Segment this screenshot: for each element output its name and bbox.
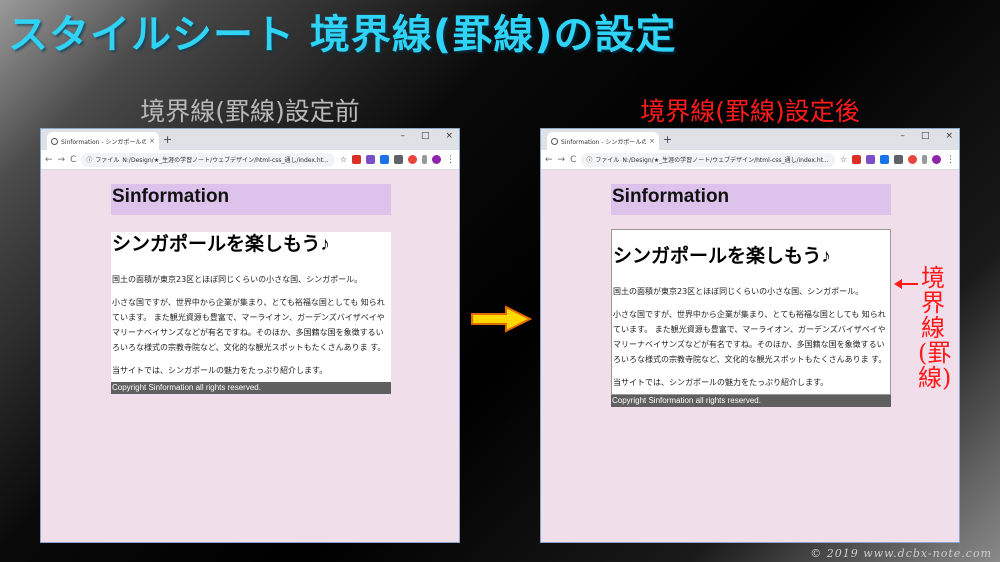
slide-title: スタイルシート 境界線(罫線)の設定 — [8, 12, 677, 58]
back-icon[interactable]: ← — [545, 155, 553, 165]
tab-title: Sinformation - シンガポールの観光 — [561, 138, 646, 146]
address-url: N:/Design/★_生涯の学習ノート/ウェブデザイン/html-css_通し… — [622, 157, 829, 164]
extension-icon[interactable] — [908, 155, 917, 164]
browser-toolbar: ← → C ⓘ ファイル N:/Design/★_生涯の学習ノート/ウェブデザイ… — [541, 150, 959, 170]
tab-bar: Sinformation - シンガポールの観光 × + – □ × — [41, 129, 459, 150]
copyright-watermark: © 2019 www.dcbx-note.com — [810, 547, 992, 560]
new-tab-button[interactable]: + — [663, 133, 672, 146]
address-bar[interactable]: ⓘ ファイル N:/Design/★_生涯の学習ノート/ウェブデザイン/html… — [581, 152, 835, 167]
star-icon[interactable]: ☆ — [340, 155, 347, 164]
reload-icon[interactable]: C — [70, 155, 76, 165]
close-window-button[interactable]: × — [445, 131, 453, 141]
maximize-button[interactable]: □ — [421, 131, 430, 141]
gmail-extension-icon[interactable] — [352, 155, 361, 164]
forward-icon[interactable]: → — [558, 155, 566, 165]
site-footer: Copyright Sinformation all rights reserv… — [611, 395, 891, 407]
border-callout-label: 境界線(罫線) — [918, 264, 952, 392]
web-page: Sinformation シンガポールを楽しもう♪ 国土の面積が東京23区とほぼ… — [111, 184, 391, 394]
menu-icon[interactable]: ⋮ — [446, 155, 455, 165]
address-scheme: ファイル — [595, 157, 620, 164]
right-arrow-icon — [471, 305, 532, 333]
profile-avatar-icon[interactable] — [932, 155, 941, 164]
browser-toolbar: ← → C ⓘ ファイル N:/Design/★_生涯の学習ノート/ウェブデザイ… — [41, 150, 459, 170]
site-header: Sinformation — [611, 184, 891, 215]
main-section-bordered: シンガポールを楽しもう♪ 国土の面積が東京23区とほぼ同じくらいの小さな国、シン… — [611, 229, 891, 395]
web-page: Sinformation シンガポールを楽しもう♪ 国土の面積が東京23区とほぼ… — [611, 184, 891, 407]
extension-icon[interactable] — [422, 155, 427, 164]
globe-icon — [51, 137, 58, 145]
extension-icon[interactable] — [894, 155, 903, 164]
browser-window-after: Sinformation - シンガポールの観光 × + – □ × ← → C… — [540, 128, 960, 543]
site-header: Sinformation — [111, 184, 391, 215]
label-before: 境界線(罫線)設定前 — [140, 97, 360, 126]
globe-icon — [551, 137, 558, 145]
paragraph: 国土の面積が東京23区とほぼ同じくらいの小さな国、シンガポール。 — [112, 275, 363, 284]
paragraph: 当サイトでは、シンガポールの魅力をたっぷり紹介します。 — [613, 378, 829, 387]
tab-title: Sinformation - シンガポールの観光 — [61, 138, 146, 146]
info-icon[interactable]: ⓘ — [586, 155, 592, 164]
extension-icon[interactable] — [880, 155, 889, 164]
main-section: シンガポールを楽しもう♪ 国土の面積が東京23区とほぼ同じくらいの小さな国、シン… — [111, 232, 391, 382]
label-after: 境界線(罫線)設定後 — [640, 97, 860, 126]
forward-icon[interactable]: → — [58, 155, 66, 165]
onenote-extension-icon[interactable] — [366, 155, 375, 164]
extension-icon[interactable] — [380, 155, 389, 164]
gmail-extension-icon[interactable] — [852, 155, 861, 164]
close-window-button[interactable]: × — [945, 131, 953, 141]
address-scheme: ファイル — [95, 157, 120, 164]
paragraph: 国土の面積が東京23区とほぼ同じくらいの小さな国、シンガポール。 — [613, 287, 864, 296]
reload-icon[interactable]: C — [570, 155, 576, 165]
new-tab-button[interactable]: + — [163, 133, 172, 146]
paragraph: 小さな国ですが、世界中から企業が集まり、とても裕福な国としても 知られています。… — [613, 310, 887, 364]
tab-close-icon[interactable]: × — [649, 137, 655, 145]
main-heading: シンガポールを楽しもう♪ — [112, 234, 330, 255]
main-heading: シンガポールを楽しもう♪ — [613, 246, 831, 267]
browser-window-before: Sinformation - シンガポールの観光 × + – □ × ← → C… — [40, 128, 460, 543]
browser-tab[interactable]: Sinformation - シンガポールの観光 × — [47, 132, 159, 150]
address-bar[interactable]: ⓘ ファイル N:/Design/★_生涯の学習ノート/ウェブデザイン/html… — [81, 152, 335, 167]
browser-tab[interactable]: Sinformation - シンガポールの観光 × — [547, 132, 659, 150]
onenote-extension-icon[interactable] — [866, 155, 875, 164]
profile-avatar-icon[interactable] — [432, 155, 441, 164]
paragraph: 小さな国ですが、世界中から企業が集まり、とても裕福な国としても 知られています。… — [112, 298, 386, 352]
extension-icon[interactable] — [394, 155, 403, 164]
left-arrow-icon — [894, 279, 918, 289]
maximize-button[interactable]: □ — [921, 131, 930, 141]
address-url: N:/Design/★_生涯の学習ノート/ウェブデザイン/html-css_通し… — [122, 157, 329, 164]
extension-icon[interactable] — [408, 155, 417, 164]
extension-icon[interactable] — [922, 155, 927, 164]
menu-icon[interactable]: ⋮ — [946, 155, 955, 165]
minimize-button[interactable]: – — [900, 131, 905, 141]
site-footer: Copyright Sinformation all rights reserv… — [111, 382, 391, 394]
back-icon[interactable]: ← — [45, 155, 53, 165]
tab-close-icon[interactable]: × — [149, 137, 155, 145]
info-icon[interactable]: ⓘ — [86, 155, 92, 164]
star-icon[interactable]: ☆ — [840, 155, 847, 164]
paragraph: 当サイトでは、シンガポールの魅力をたっぷり紹介します。 — [112, 366, 328, 375]
minimize-button[interactable]: – — [400, 131, 405, 141]
tab-bar: Sinformation - シンガポールの観光 × + – □ × — [541, 129, 959, 150]
